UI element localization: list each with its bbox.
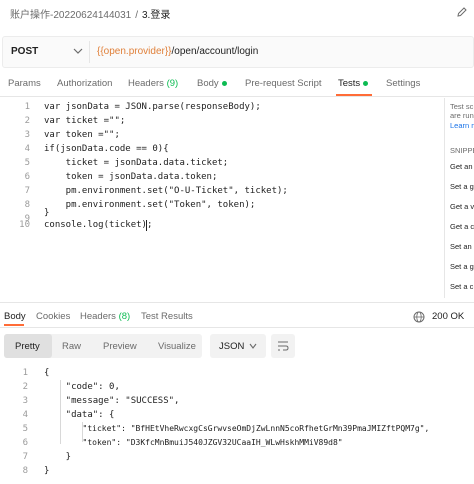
wrap-lines-button[interactable] xyxy=(271,334,295,358)
active-tab-indicator xyxy=(4,324,24,326)
tab-response-headers-count: (8) xyxy=(118,311,131,322)
divider xyxy=(89,41,90,63)
snippet-item[interactable]: Set a c xyxy=(450,282,473,291)
code-line: var token =""; xyxy=(44,130,120,140)
snippet-item[interactable]: Get an xyxy=(450,162,473,171)
code-line: console.log(ticket); xyxy=(44,220,153,230)
code-line: token = jsonData.data.token; xyxy=(44,172,218,182)
line-number: 6 xyxy=(24,172,30,182)
snippets-intro: are run xyxy=(450,111,474,120)
snippet-item[interactable]: Get a c xyxy=(450,222,474,231)
tab-response-headers[interactable]: Headers (8) xyxy=(80,311,130,322)
line-number: 3 xyxy=(22,396,28,406)
tab-headers-count: (9) xyxy=(166,78,179,89)
line-number: 1 xyxy=(22,368,28,378)
line-number: 5 xyxy=(24,158,30,168)
line-number: 10 xyxy=(19,220,30,230)
breadcrumb: 账户操作-20220624144031 /3.登录 xyxy=(10,6,170,21)
view-preview-button[interactable]: Preview xyxy=(103,341,137,352)
tab-pre-request-script[interactable]: Pre-request Script xyxy=(245,78,322,89)
request-tabs: Params Authorization Headers (9) Body Pr… xyxy=(0,70,474,97)
tab-test-results[interactable]: Test Results xyxy=(141,311,193,322)
chevron-down-icon xyxy=(249,343,257,349)
globe-icon[interactable] xyxy=(413,311,425,323)
code-line: var jsonData = JSON.parse(responseBody); xyxy=(44,102,261,112)
view-pretty-label[interactable]: Pretty xyxy=(15,341,40,352)
snippet-item[interactable]: Set a g xyxy=(450,182,474,191)
view-visualize-button[interactable]: Visualize xyxy=(158,341,196,352)
code-line: pm.environment.set("Token", token); xyxy=(44,200,256,210)
line-number: 7 xyxy=(24,186,30,196)
line-number: 2 xyxy=(22,382,28,392)
json-line: } xyxy=(44,466,50,476)
breadcrumb-current: 3.登录 xyxy=(141,10,171,21)
request-bar: POST {{open.provider}}/open/account/logi… xyxy=(2,36,474,68)
response-tabs: Body Cookies Headers (8) Test Results xyxy=(0,302,474,328)
status-dot-icon xyxy=(221,80,227,86)
line-number: 8 xyxy=(24,200,30,210)
tab-headers-label: Headers xyxy=(128,78,164,89)
tab-response-headers-label: Headers xyxy=(80,311,116,322)
panel-divider[interactable] xyxy=(444,98,445,298)
learn-more-link[interactable]: Learn m xyxy=(450,121,474,130)
snippets-heading: SNIPPE xyxy=(450,146,474,155)
json-line: } xyxy=(44,452,72,462)
breadcrumb-separator: / xyxy=(135,10,138,21)
snippet-item[interactable]: Get a v xyxy=(450,202,474,211)
json-line: "message": "SUCCESS", xyxy=(44,396,180,406)
status-code[interactable]: 200 OK xyxy=(432,311,464,322)
tab-body[interactable]: Body xyxy=(197,78,227,89)
format-label: JSON xyxy=(219,341,245,352)
code-line: } xyxy=(44,208,50,218)
json-line: "data": { xyxy=(44,410,115,420)
line-number: 3 xyxy=(24,130,30,140)
tab-response-body[interactable]: Body xyxy=(4,311,26,322)
json-line: "token": "D3KfcMnBmuiJ540JZGV32UCaaIH_WL… xyxy=(44,438,343,447)
tab-headers[interactable]: Headers (9) xyxy=(128,78,178,89)
snippets-intro: Test sc xyxy=(450,102,474,111)
json-line: "code": 0, xyxy=(44,382,120,392)
edit-icon[interactable] xyxy=(456,6,468,18)
line-number: 2 xyxy=(24,116,30,126)
code-line: var ticket =""; xyxy=(44,116,126,126)
text-cursor xyxy=(146,220,147,231)
tab-cookies[interactable]: Cookies xyxy=(36,311,70,322)
url-path: /open/account/login xyxy=(171,46,259,57)
snippet-item[interactable]: Set an xyxy=(450,242,472,251)
code-line: pm.environment.set("O-U-Ticket", ticket)… xyxy=(44,186,288,196)
line-number: 4 xyxy=(24,144,30,154)
tab-params[interactable]: Params xyxy=(8,78,41,89)
tab-tests[interactable]: Tests xyxy=(338,78,369,89)
tab-settings[interactable]: Settings xyxy=(386,78,420,89)
tab-authorization[interactable]: Authorization xyxy=(57,78,112,89)
json-line: { xyxy=(44,368,50,378)
wrap-lines-icon xyxy=(278,341,289,351)
view-raw-button[interactable]: Raw xyxy=(62,341,81,352)
line-number: 6 xyxy=(22,438,28,448)
breadcrumb-parent[interactable]: 账户操作-20220624144031 xyxy=(10,10,131,21)
chevron-down-icon[interactable] xyxy=(73,47,83,55)
line-number: 1 xyxy=(24,102,30,112)
url-input[interactable]: {{open.provider}}/open/account/login xyxy=(97,46,258,57)
tab-authorization-label: Authorization xyxy=(57,78,113,89)
status-dot-icon xyxy=(363,80,369,86)
tab-params-label: Params xyxy=(8,78,41,89)
url-variable: {{open.provider}} xyxy=(97,46,172,57)
line-number: 4 xyxy=(22,410,28,420)
active-tab-indicator xyxy=(336,94,372,96)
tab-settings-label: Settings xyxy=(386,78,421,89)
tab-body-label: Body xyxy=(197,78,219,89)
tab-tests-label: Tests xyxy=(338,78,361,89)
line-number: 5 xyxy=(22,424,28,434)
json-line: "ticket": "BfHEtVheRwcxgCsGrwvseOmDjZwLn… xyxy=(44,424,430,433)
snippet-item[interactable]: Set a g xyxy=(450,262,474,271)
line-number: 8 xyxy=(22,466,28,476)
code-line: if(jsonData.code == 0){ xyxy=(44,144,169,154)
tab-pre-request-label: Pre-request Script xyxy=(245,78,322,89)
line-number: 7 xyxy=(22,452,28,462)
code-line: ticket = jsonData.data.ticket; xyxy=(44,158,229,168)
method-select[interactable]: POST xyxy=(11,46,38,57)
